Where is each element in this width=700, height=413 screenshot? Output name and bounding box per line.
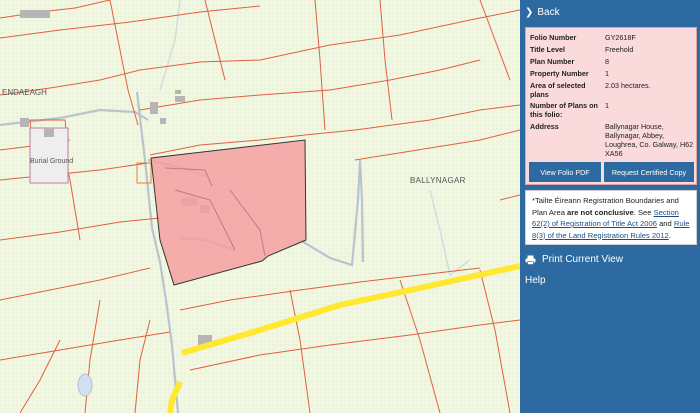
info-row-title-level: Title Level Freehold <box>530 45 634 54</box>
info-row-number-of-plans: Number of Plans on this folio: 1 <box>530 101 609 119</box>
info-row-folio-number: Folio Number GY2618F <box>530 33 636 42</box>
print-label: Print Current View <box>542 254 623 265</box>
map-canvas[interactable]: ENDAEAGH Burial Ground BALLYNAGAR <box>0 0 520 413</box>
back-link[interactable]: ❯ Back <box>520 0 700 26</box>
help-link[interactable]: Help <box>525 275 546 286</box>
info-row-area: Area of selected plans 2.03 hectares. <box>530 81 651 99</box>
info-row-plan-number: Plan Number 8 <box>530 57 609 66</box>
request-certified-copy-button[interactable]: Request Certified Copy <box>604 162 694 182</box>
folio-panel: ❯ Back Folio Number GY2618F Title Level Fre… <box>520 0 700 413</box>
print-current-view-link[interactable]: Print Current View <box>525 254 623 265</box>
folio-info-card: Folio Number GY2618F Title Level Freehold … <box>525 27 697 185</box>
info-row-property-number: Property Number 1 <box>530 69 609 78</box>
back-label: Back <box>537 7 560 18</box>
info-row-address: Address Ballynagar House, Ballynagar, Abb… <box>530 122 694 158</box>
disclaimer-notice: *Tailte Éireann Registration Boundaries … <box>525 190 697 245</box>
view-folio-pdf-button[interactable]: View Folio PDF <box>529 162 601 182</box>
map-svg[interactable] <box>0 0 520 413</box>
printer-icon <box>525 255 536 265</box>
chevron-right-icon: ❯ <box>525 7 534 18</box>
